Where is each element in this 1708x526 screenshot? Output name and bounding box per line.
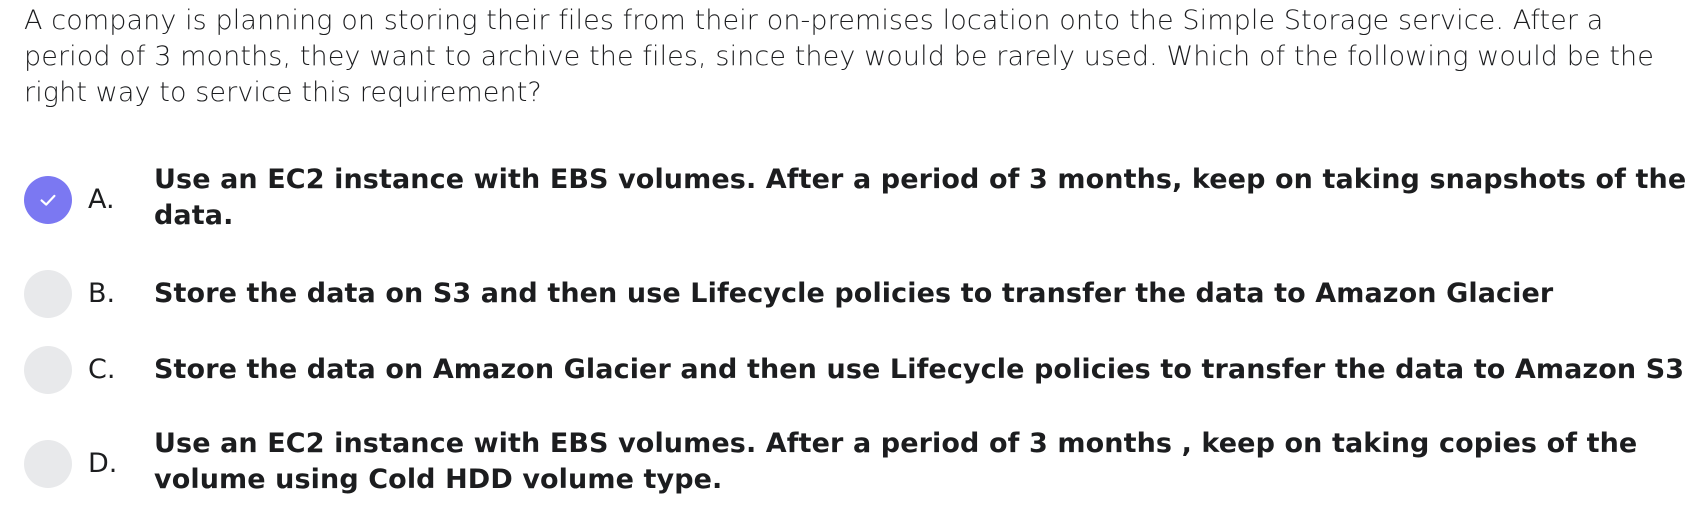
checkmark-icon <box>40 194 56 206</box>
option-c-radio[interactable] <box>24 346 72 394</box>
option-a-text[interactable]: Use an EC2 instance with EBS volumes. Af… <box>154 162 1708 234</box>
option-a-radio[interactable] <box>24 176 72 224</box>
option-b[interactable]: B. Store the data on S3 and then use Lif… <box>24 270 1694 318</box>
option-c-text[interactable]: Store the data on Amazon Glacier and the… <box>154 352 1708 388</box>
option-c[interactable]: C. Store the data on Amazon Glacier and … <box>24 346 1694 394</box>
option-c-letter: C. <box>88 354 116 385</box>
option-b-radio[interactable] <box>24 270 72 318</box>
option-a-letter: A. <box>88 184 115 215</box>
option-d-letter: D. <box>88 448 118 479</box>
option-d-radio[interactable] <box>24 440 72 488</box>
answer-options: A. Use an EC2 instance with EBS volumes.… <box>0 0 1708 526</box>
option-b-text[interactable]: Store the data on S3 and then use Lifecy… <box>154 276 1708 312</box>
option-d-text[interactable]: Use an EC2 instance with EBS volumes. Af… <box>154 426 1708 498</box>
option-a[interactable]: A. Use an EC2 instance with EBS volumes.… <box>24 164 1694 252</box>
option-b-letter: B. <box>88 278 116 309</box>
option-d[interactable]: D. Use an EC2 instance with EBS volumes.… <box>24 428 1694 516</box>
